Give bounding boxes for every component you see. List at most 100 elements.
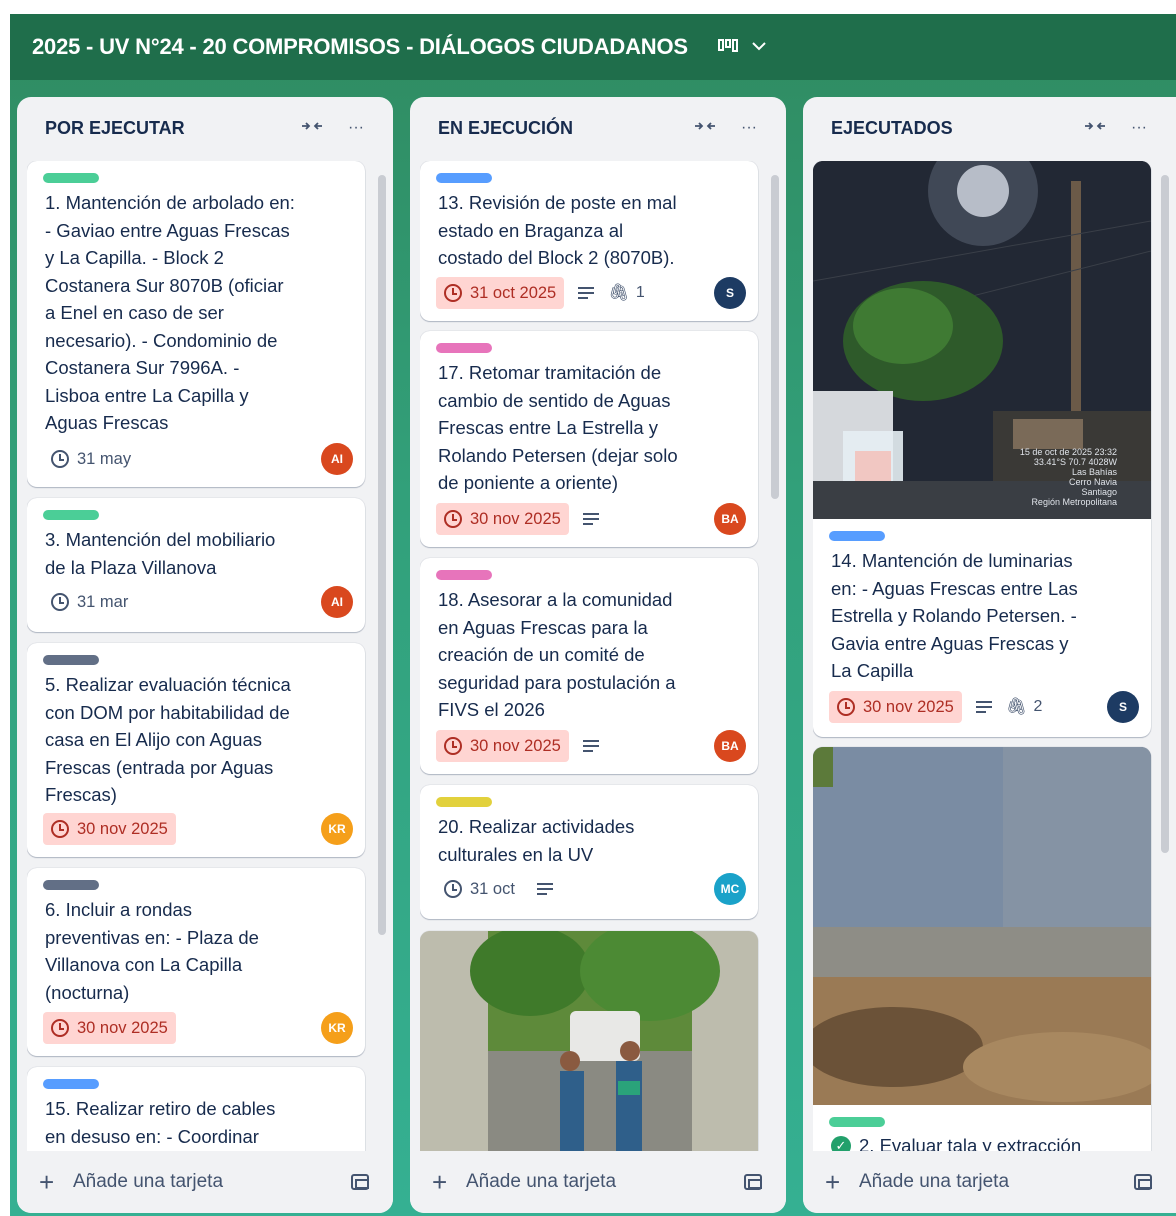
list-title[interactable]: EJECUTADOS (831, 118, 1066, 139)
board-view-icon (717, 38, 738, 57)
clock-icon (444, 737, 462, 755)
scrollbar[interactable] (1158, 161, 1169, 1151)
due-date-badge[interactable]: 31 mar (43, 586, 136, 618)
card-label[interactable] (829, 1117, 885, 1127)
scrollbar-thumb[interactable] (378, 175, 386, 935)
paperclip-icon: 🖇 (608, 283, 630, 302)
more-icon[interactable]: ··· (341, 119, 371, 137)
card-title: 13. Revisión de poste en mal estado en B… (438, 192, 677, 268)
card[interactable]: 18. Asesorar a la comunidad en Aguas Fre… (420, 558, 758, 774)
card-title: 1. Mantención de arbolado en: - Gaviao e… (45, 192, 295, 433)
card[interactable]: 1. Mantención de arbolado en: - Gaviao e… (27, 161, 365, 487)
board-view-switcher[interactable] (717, 38, 766, 57)
collapse-icon[interactable] (1080, 119, 1110, 137)
add-card-button[interactable]: Añade una tarjeta (73, 1171, 351, 1193)
add-card-button[interactable]: Añade una tarjeta (859, 1171, 1134, 1193)
scrollbar[interactable] (768, 161, 779, 1151)
card[interactable]: 13. Revisión de poste en mal estado en B… (420, 161, 758, 321)
due-date-badge[interactable]: 30 nov 2025 (43, 813, 176, 845)
scrollbar[interactable] (375, 161, 386, 1151)
card-label[interactable] (43, 655, 99, 665)
card[interactable]: 5. Realizar evaluación técnica con DOM p… (27, 643, 365, 857)
card-title: 17. Retomar tramitación de cambio de sen… (438, 362, 678, 493)
board-title[interactable]: 2025 - UV N°24 - 20 COMPROMISOS - DIÁLOG… (32, 34, 688, 60)
more-icon[interactable]: ··· (1124, 119, 1154, 137)
card-badges: 30 nov 2025 (43, 1012, 176, 1044)
card-label[interactable] (829, 531, 885, 541)
due-date-badge[interactable]: 30 nov 2025 (43, 1012, 176, 1044)
collapse-icon[interactable] (297, 119, 327, 137)
due-date-badge[interactable]: 31 oct 2025 (436, 277, 565, 309)
avatar[interactable]: MC (714, 873, 746, 905)
card-label[interactable] (43, 173, 99, 183)
card-template-icon[interactable] (744, 1174, 762, 1190)
card[interactable]: 17. Retomar tramitación de cambio de sen… (420, 331, 758, 547)
avatar[interactable]: S (1107, 691, 1139, 723)
card-label[interactable] (43, 510, 99, 520)
clock-icon (837, 698, 855, 716)
due-date-text: 30 nov 2025 (77, 1018, 168, 1037)
avatar[interactable]: AI (321, 586, 353, 618)
card-template-icon[interactable] (1134, 1174, 1152, 1190)
list-title[interactable]: EN EJECUCIÓN (438, 118, 676, 139)
card-badges: 30 nov 2025 (436, 503, 599, 535)
collapse-icon[interactable] (690, 119, 720, 137)
clock-icon (51, 450, 69, 468)
attachment-count-text: 1 (635, 284, 645, 301)
card-with-photo[interactable]: ✓ 2. Evaluar tala y extracción (813, 747, 1151, 1151)
due-date-text: 30 nov 2025 (470, 736, 561, 755)
card[interactable]: 6. Incluir a rondas preventivas en: - Pl… (27, 868, 365, 1056)
card-label[interactable] (436, 570, 492, 580)
clock-icon (51, 1019, 69, 1037)
due-date-text: 31 may (77, 449, 132, 468)
avatar[interactable]: AI (321, 443, 353, 475)
scrollbar-thumb[interactable] (771, 175, 779, 499)
due-date-badge[interactable]: 30 nov 2025 (436, 730, 569, 762)
card-label[interactable] (436, 343, 492, 353)
card-title: 15. Realizar retiro de cables en desuso … (45, 1098, 276, 1147)
description-icon (582, 512, 599, 526)
avatar[interactable]: S (714, 277, 746, 309)
card-with-photo[interactable] (420, 931, 758, 1151)
card-badges: 31 oct (436, 873, 553, 905)
card-with-photo[interactable]: 15 de oct de 2025 23:32 33.41°S 70.7 402… (813, 161, 1151, 737)
card-label[interactable] (43, 880, 99, 890)
due-date-text: 31 oct (470, 879, 515, 898)
due-date-badge[interactable]: 31 oct (436, 873, 523, 905)
clock-icon (51, 593, 69, 611)
list-ejecutados: EJECUTADOS ··· 15 de oct de 2025 23:32 3… (803, 97, 1176, 1213)
list-footer: + Añade una tarjeta (17, 1151, 393, 1213)
card-badges: 30 nov 2025 🖇 2 (829, 691, 1042, 723)
more-icon[interactable]: ··· (734, 119, 764, 137)
avatar[interactable]: KR (321, 1012, 353, 1044)
card-label[interactable] (436, 797, 492, 807)
card-label[interactable] (436, 173, 492, 183)
card-title: 18. Asesorar a la comunidad en Aguas Fre… (438, 589, 676, 720)
avatar[interactable]: KR (321, 813, 353, 845)
clock-icon (444, 510, 462, 528)
card-title: 6. Incluir a rondas preventivas en: - Pl… (45, 899, 259, 1003)
card-list: 1. Mantención de arbolado en: - Gaviao e… (27, 161, 367, 1151)
due-date-badge[interactable]: 30 nov 2025 (436, 503, 569, 535)
due-date-badge[interactable]: 31 may (43, 443, 139, 475)
card-label[interactable] (43, 1079, 99, 1089)
plus-icon: + (39, 1167, 55, 1197)
card[interactable]: 15. Realizar retiro de cables en desuso … (27, 1067, 365, 1151)
paperclip-icon: 🖇 (1005, 697, 1028, 716)
avatar[interactable]: BA (714, 730, 746, 762)
attachment-count: 🖇 2 (1006, 697, 1043, 717)
add-card-button[interactable]: Añade una tarjeta (466, 1171, 744, 1193)
description-icon (582, 739, 599, 753)
due-date-badge[interactable]: 30 nov 2025 (829, 691, 962, 723)
clock-icon (51, 820, 69, 838)
list-title[interactable]: POR EJECUTAR (45, 118, 283, 139)
card[interactable]: 20. Realizar actividades culturales en l… (420, 785, 758, 919)
card[interactable]: 3. Mantención del mobiliario de la Plaza… (27, 498, 365, 632)
due-date-text: 31 oct 2025 (470, 283, 557, 302)
attachment-count: 🖇 1 (608, 283, 645, 303)
card-cover-photo (420, 931, 758, 1151)
card-template-icon[interactable] (351, 1174, 369, 1190)
clock-icon (444, 284, 462, 302)
avatar[interactable]: BA (714, 503, 746, 535)
scrollbar-thumb[interactable] (1161, 175, 1169, 853)
